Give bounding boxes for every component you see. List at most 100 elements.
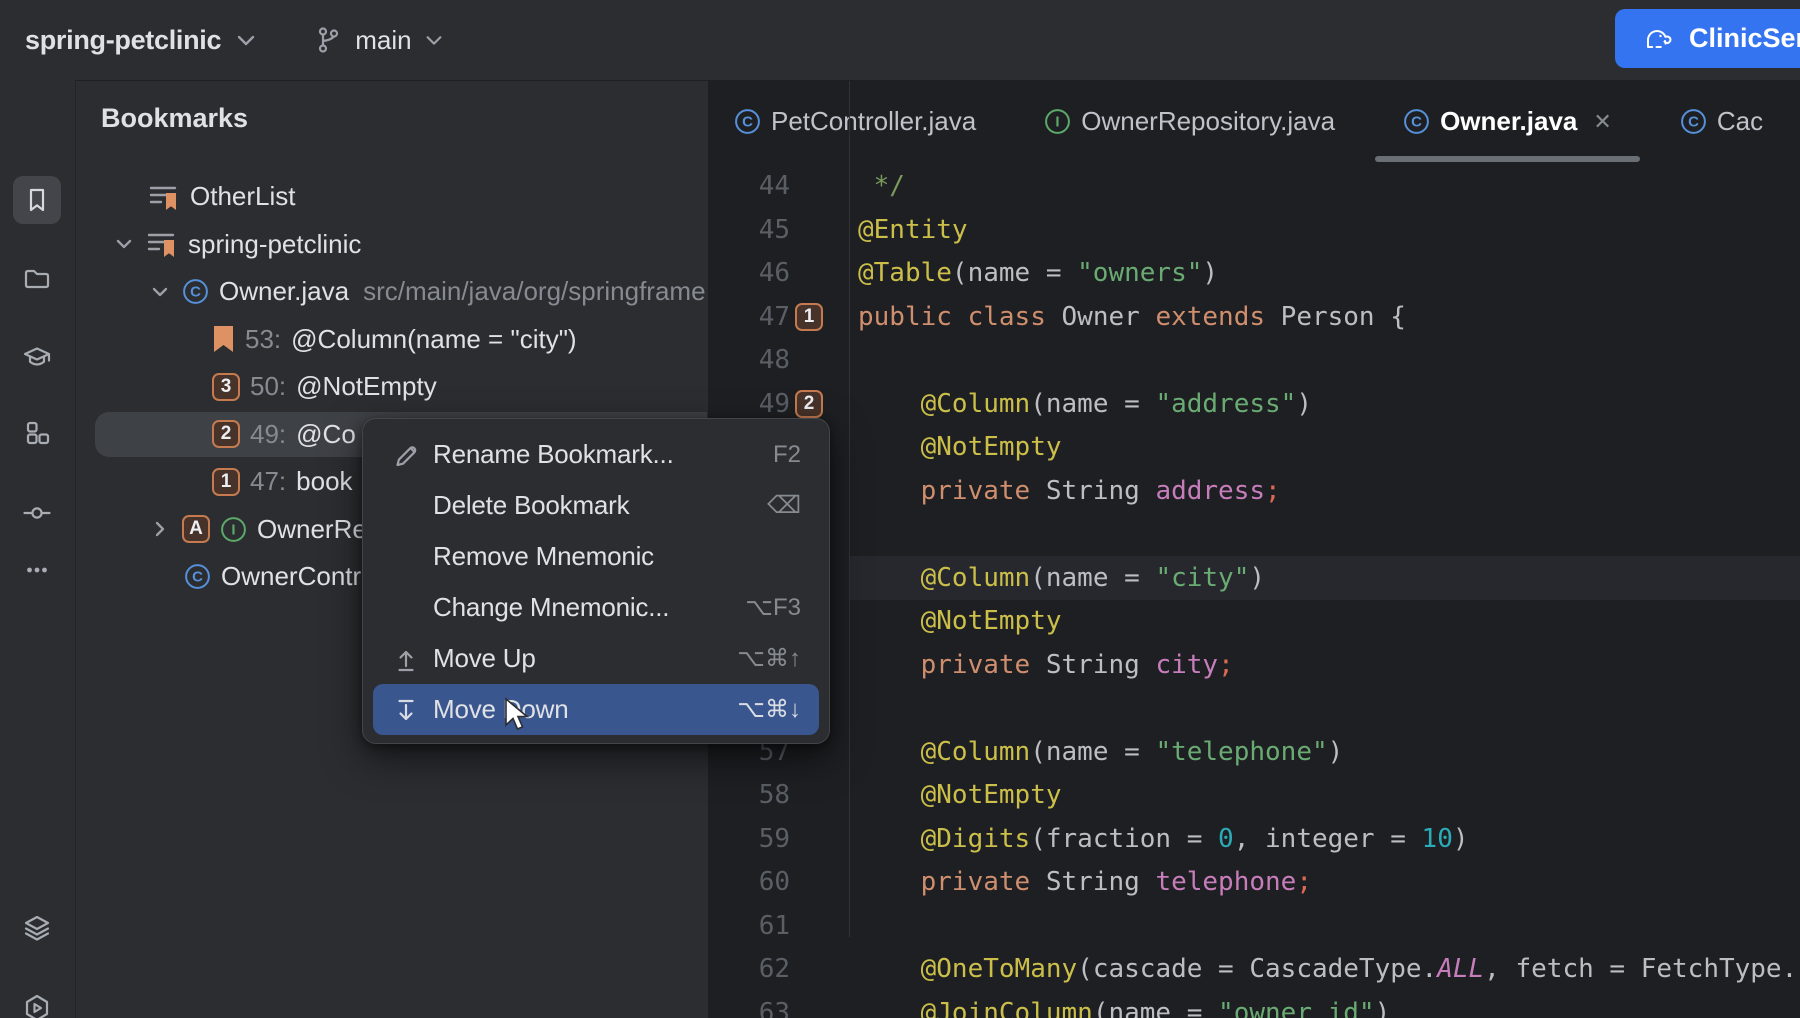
run-configuration-button[interactable]: ClinicServ bbox=[1615, 9, 1800, 68]
mnemonic-bookmark-icon: 1 bbox=[795, 303, 823, 331]
tree-row-label: OwnerContr bbox=[221, 561, 361, 592]
bookmarks-icon bbox=[22, 185, 52, 215]
stripe-button-learn[interactable] bbox=[22, 342, 52, 372]
editor-tab-petcontroller-java[interactable]: CPetController.java bbox=[700, 81, 1010, 162]
code-line-46: @Table(name = "owners") bbox=[858, 251, 1218, 295]
menu-item-change-mnemonic-[interactable]: Change Mnemonic...⌥F3 bbox=[373, 582, 819, 633]
tool-window-title: Bookmarks bbox=[101, 103, 248, 134]
svg-text:C: C bbox=[1688, 114, 1699, 131]
project-name: spring-petclinic bbox=[25, 25, 221, 56]
code-line-58: @NotEmpty bbox=[858, 773, 1062, 817]
tab-label: PetController.java bbox=[771, 106, 976, 137]
stripe-button-services[interactable] bbox=[22, 993, 52, 1018]
svg-text:C: C bbox=[192, 569, 203, 586]
mnemonic-bookmark-icon: 3 bbox=[212, 373, 240, 401]
tree-row-spring-petclinic[interactable]: spring-petclinic bbox=[75, 221, 707, 268]
class-icon: C bbox=[1680, 108, 1707, 135]
stripe-button-structure[interactable] bbox=[22, 418, 52, 448]
project-selector[interactable]: spring-petclinic bbox=[25, 25, 257, 56]
stripe-button-bookmarks[interactable] bbox=[13, 176, 61, 224]
chevron-down-icon bbox=[424, 30, 444, 50]
git-branch-icon bbox=[313, 25, 343, 55]
class-icon: C bbox=[1403, 108, 1430, 135]
svg-text:I: I bbox=[231, 521, 235, 538]
bookmark-flag-icon bbox=[212, 325, 235, 353]
folder-icon bbox=[22, 263, 52, 293]
code-line-50: @NotEmpty bbox=[858, 425, 1062, 469]
code-line-53: @Column(name = "city") bbox=[858, 556, 1265, 600]
stripe-button-commit[interactable] bbox=[22, 498, 52, 528]
tree-row-owner-java[interactable]: COwner.javasrc/main/java/org/springframe bbox=[75, 268, 707, 315]
tree-row--column-name-city-[interactable]: 53:@Column(name = "city") bbox=[75, 316, 707, 363]
tree-row-label: OtherList bbox=[190, 181, 296, 212]
line-number: 63 bbox=[709, 991, 790, 1018]
close-tab-icon[interactable]: ✕ bbox=[1593, 109, 1611, 135]
bookmark-context-menu: Rename Bookmark...F2Delete Bookmark⌫ Remo… bbox=[362, 418, 830, 744]
learn-icon bbox=[22, 342, 52, 372]
chevron-down-icon[interactable] bbox=[112, 232, 136, 256]
menu-item-label: Remove Mnemonic bbox=[433, 541, 801, 572]
line-number: 61 bbox=[709, 904, 790, 948]
menu-item-remove-mnemonic[interactable]: Remove Mnemonic bbox=[373, 531, 819, 582]
menu-item-label: Move Up bbox=[433, 643, 737, 674]
structure-icon bbox=[22, 418, 52, 448]
tab-label: Owner.java bbox=[1440, 106, 1577, 137]
move-down-icon bbox=[391, 696, 419, 724]
tree-row-label: @Co bbox=[296, 419, 356, 450]
pencil-icon bbox=[391, 441, 419, 469]
tree-row-label: Owner.java bbox=[219, 276, 349, 307]
menu-item-shortcut: ⌫ bbox=[767, 491, 801, 520]
class-icon: C bbox=[184, 563, 211, 590]
editor-tab-bar: CPetController.javaIOwnerRepository.java… bbox=[700, 81, 1800, 162]
stripe-button-more[interactable] bbox=[22, 555, 52, 585]
tree-row-label: OwnerRe bbox=[257, 514, 367, 545]
line-number: 45 bbox=[709, 208, 790, 252]
stripe-button-layers[interactable] bbox=[22, 913, 52, 943]
code-line-57: @Column(name = "telephone") bbox=[858, 730, 1343, 774]
code-line-62: @OneToMany(cascade = CascadeType.ALL, fe… bbox=[858, 947, 1797, 991]
menu-item-shortcut: ⌥F3 bbox=[745, 593, 801, 622]
code-line-60: private String telephone; bbox=[858, 860, 1312, 904]
editor-tab-ownerrepository-java[interactable]: IOwnerRepository.java bbox=[1010, 81, 1369, 162]
chevron-down-icon[interactable] bbox=[148, 280, 172, 304]
bookmark-line-number: 53: bbox=[245, 324, 281, 355]
code-line-59: @Digits(fraction = 0, integer = 10) bbox=[858, 817, 1469, 861]
mouse-cursor bbox=[503, 697, 535, 733]
tab-label: Cac bbox=[1717, 106, 1763, 137]
code-line-63: @JoinColumn(name = "owner_id") bbox=[858, 991, 1390, 1018]
gradle-elephant-icon bbox=[1639, 21, 1675, 57]
line-number: 46 bbox=[709, 251, 790, 295]
tree-row--notempty[interactable]: 3 50: @NotEmpty bbox=[75, 363, 707, 410]
menu-item-shortcut: ⌥⌘↓ bbox=[737, 695, 801, 724]
vcs-branch-selector[interactable]: main bbox=[313, 25, 443, 56]
menu-item-label: Rename Bookmark... bbox=[433, 439, 773, 470]
line-number: 60 bbox=[709, 860, 790, 904]
stripe-button-folder[interactable] bbox=[22, 263, 52, 293]
code-line-54: @NotEmpty bbox=[858, 599, 1062, 643]
menu-item-label: Change Mnemonic... bbox=[433, 592, 745, 623]
code-line-51: private String address; bbox=[858, 469, 1281, 513]
menu-icon-spacer bbox=[391, 543, 419, 571]
chevron-right-icon[interactable] bbox=[148, 517, 172, 541]
gutter-divider bbox=[849, 81, 850, 937]
tool-window-stripe bbox=[0, 80, 76, 1018]
menu-item-delete-bookmark[interactable]: Delete Bookmark⌫ bbox=[373, 480, 819, 531]
tab-label: OwnerRepository.java bbox=[1081, 106, 1335, 137]
tree-row-label: @NotEmpty bbox=[296, 371, 437, 402]
menu-item-move-up[interactable]: Move Up⌥⌘↑ bbox=[373, 633, 819, 684]
interface-icon: I bbox=[220, 516, 247, 543]
main-toolbar: spring-petclinic main ClinicServ bbox=[0, 0, 1800, 81]
editor-tab-cac[interactable]: C Cac bbox=[1646, 81, 1797, 162]
code-line-44: */ bbox=[858, 164, 905, 208]
editor-tab-owner-java[interactable]: C Owner.java ✕ bbox=[1369, 81, 1646, 162]
tree-row-otherlist[interactable]: OtherList bbox=[75, 173, 707, 220]
menu-item-rename-bookmark-[interactable]: Rename Bookmark...F2 bbox=[373, 429, 819, 480]
menu-item-shortcut: ⌥⌘↑ bbox=[737, 644, 801, 673]
menu-item-move-down[interactable]: Move Down⌥⌘↓ bbox=[373, 684, 819, 735]
mnemonic-bookmark-icon: 2 bbox=[795, 390, 823, 418]
svg-text:C: C bbox=[190, 284, 201, 301]
line-number: 59 bbox=[709, 817, 790, 861]
mnemonic-bookmark-icon: A bbox=[182, 515, 210, 543]
tree-row-label: spring-petclinic bbox=[188, 229, 361, 260]
bookmark-line-number: 50: bbox=[250, 371, 286, 402]
